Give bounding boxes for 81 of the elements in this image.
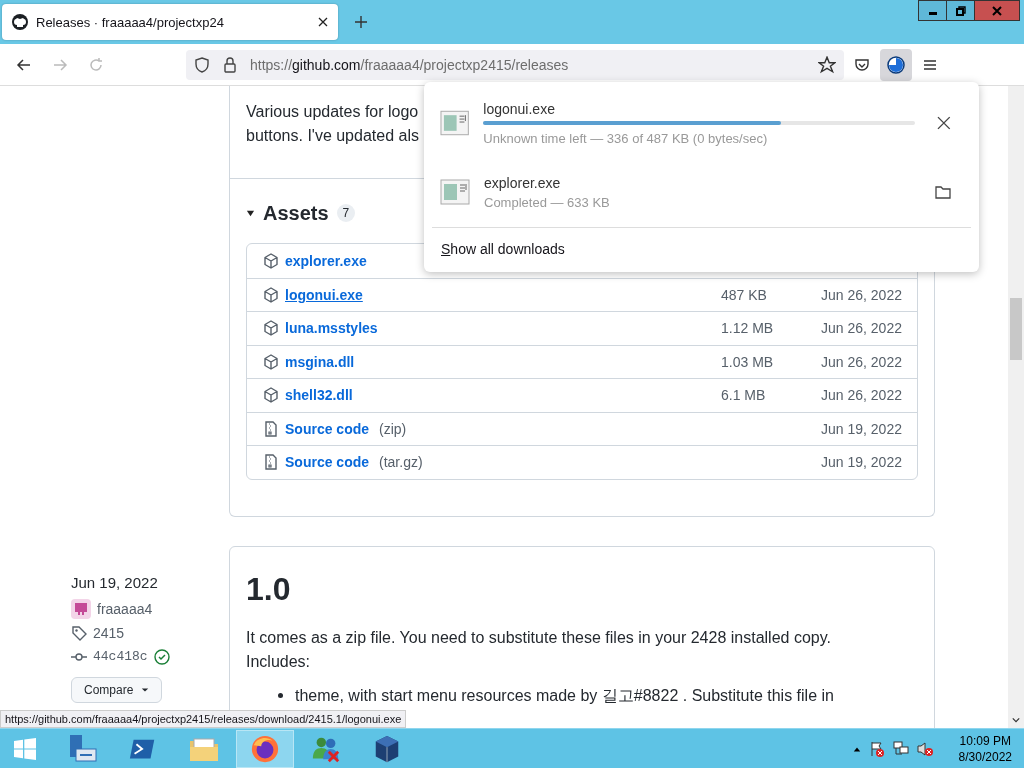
address-bar[interactable]: https://github.com/fraaaaa4/projectxp2415/releases <box>186 49 844 80</box>
count-badge: 7 <box>336 204 356 222</box>
author-link[interactable]: fraaaaa4 <box>97 600 153 617</box>
asset-link[interactable]: msgina.dll <box>285 353 355 370</box>
download-status: Completed — 633 KB <box>484 194 611 210</box>
asset-date: Jun 19, 2022 <box>821 454 901 471</box>
zip-file-icon <box>263 420 279 437</box>
asset-size: 1.12 MB <box>721 320 775 337</box>
scrollbar[interactable] <box>1008 86 1024 728</box>
avatar-icon <box>71 598 91 619</box>
asset-link[interactable]: luna.msstyles <box>285 320 378 337</box>
list-item: theme, with start menu resources made by 길고#8822 . Substitute this file in <box>295 685 834 706</box>
asset-link[interactable]: Source code <box>285 454 370 471</box>
flag-icon[interactable] <box>868 740 885 757</box>
asset-link[interactable]: logonui.exe <box>285 286 363 303</box>
package-icon <box>263 286 279 303</box>
scroll-thumb[interactable] <box>1010 298 1022 360</box>
asset-date: Jun 26, 2022 <box>821 286 901 303</box>
folder-icon[interactable] <box>935 185 951 199</box>
asset-date: Jun 26, 2022 <box>821 353 901 370</box>
asset-date: Jun 26, 2022 <box>821 387 901 404</box>
file-name: logonui.exe <box>483 100 556 117</box>
volume-icon[interactable] <box>916 740 933 757</box>
asset-size: 487 KB <box>721 286 768 303</box>
scroll-down-icon[interactable] <box>1012 716 1020 724</box>
close-button[interactable] <box>974 0 1020 21</box>
asset-format: (tar.gz) <box>379 454 423 471</box>
download-status: Unknown time left — 336 of 487 KB (0 bytes/sec) <box>483 130 769 146</box>
status-url: https://github.com/fraaaaa4/projectxp2415/releases/download/2415.1/logonui.exe <box>0 710 407 728</box>
show-all-downloads-link[interactable]: Show all downloads <box>441 241 565 257</box>
download-item[interactable]: explorer.exe Completed — 633 KB <box>432 159 971 225</box>
release-date: Jun 19, 2022 <box>71 573 158 591</box>
minimize-icon <box>928 12 937 15</box>
restore-button[interactable] <box>946 0 975 21</box>
tag-icon <box>71 624 87 641</box>
browser-tab[interactable]: Releases · fraaaaa4/projectxp24 <box>2 4 338 40</box>
asset-link[interactable]: explorer.exe <box>285 252 367 269</box>
close-icon <box>992 5 1002 16</box>
clock-time[interactable]: 10:09 PM <box>959 732 1011 749</box>
restore-icon <box>955 5 966 16</box>
clock-date[interactable]: 8/30/2022 <box>958 748 1012 765</box>
package-icon <box>263 353 279 370</box>
asset-date: Jun 19, 2022 <box>821 420 901 437</box>
minimize-button[interactable] <box>918 0 947 21</box>
commit-link[interactable]: 44c418c <box>93 649 148 664</box>
bullet-icon <box>278 693 283 698</box>
file-icon <box>440 179 470 205</box>
browser-icon[interactable] <box>236 729 294 768</box>
close-icon[interactable] <box>318 17 328 27</box>
windows-icon <box>13 736 37 761</box>
file-icon <box>440 110 470 136</box>
package-icon <box>263 387 279 404</box>
assets-heading: Assets <box>263 201 329 225</box>
description-text: buttons. I've updated als <box>246 126 419 146</box>
new-tab-icon[interactable] <box>354 15 368 29</box>
file-name: explorer.exe <box>484 174 562 191</box>
network-icon[interactable] <box>892 740 909 757</box>
compare-button[interactable]: Compare <box>71 676 163 703</box>
caret-icon[interactable] <box>246 208 255 218</box>
asset-size: 6.1 MB <box>721 387 767 404</box>
download-item[interactable]: logonui.exe Unknown time left — 336 of 487 KB (0 bytes/sec) <box>432 90 971 156</box>
zip-file-icon <box>263 454 279 471</box>
package-icon <box>263 320 279 337</box>
asset-link[interactable]: Source code <box>285 420 370 437</box>
body-text: Includes: <box>246 651 312 672</box>
asset-size: 1.03 MB <box>721 353 775 370</box>
cancel-icon[interactable] <box>937 116 951 130</box>
github-icon <box>12 14 28 30</box>
description-text: Various updates for logo <box>246 102 419 122</box>
pie-progress-icon <box>886 54 906 75</box>
asset-link[interactable]: shell32.dll <box>285 387 353 404</box>
back-icon[interactable] <box>16 56 32 73</box>
asset-date: Jun 26, 2022 <box>821 320 901 337</box>
package-icon <box>263 252 279 269</box>
pocket-icon[interactable] <box>854 56 870 73</box>
tag-link[interactable]: 2415 <box>93 624 125 641</box>
asset-format: (zip) <box>379 420 407 437</box>
caret-icon <box>141 685 150 694</box>
release-title: 1.0 <box>246 570 292 608</box>
body-text: It comes as a zip file. You need to substitute these files in your 2428 installed copy. <box>246 627 832 648</box>
downloads-button[interactable] <box>880 48 912 81</box>
